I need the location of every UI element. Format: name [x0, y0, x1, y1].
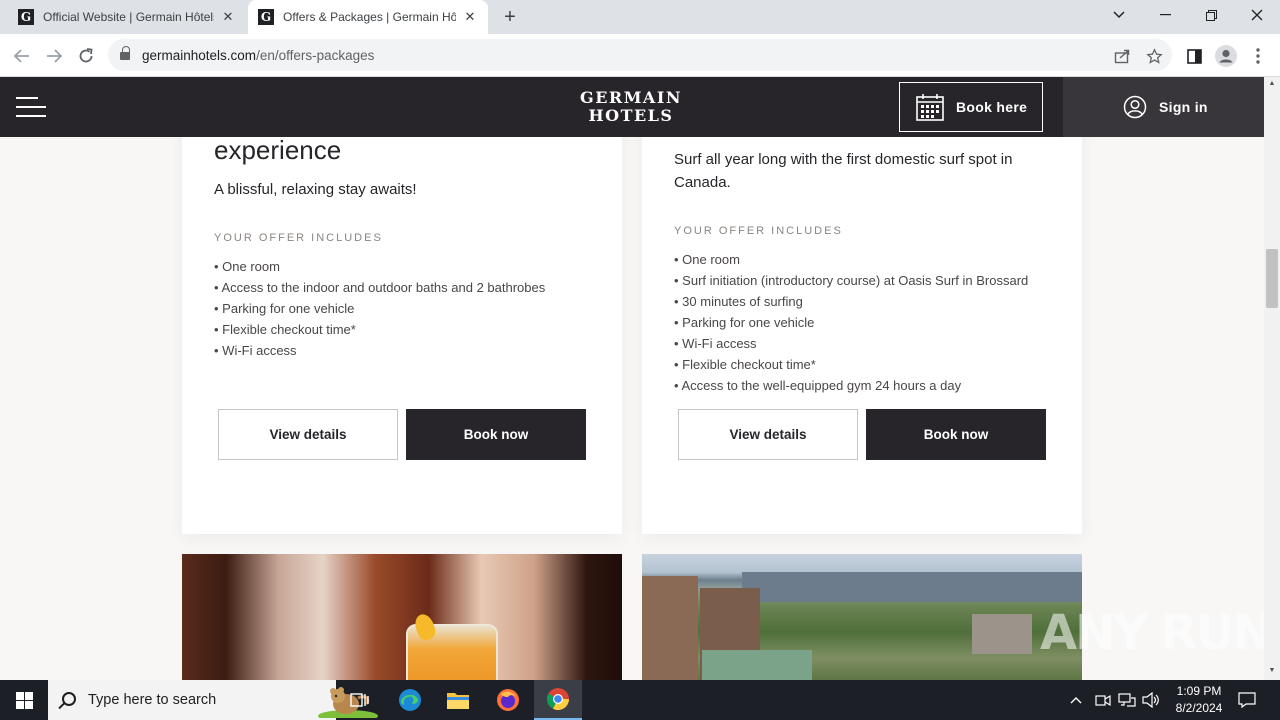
offer-description: Surf all year long with the first domest…: [674, 151, 1013, 191]
sign-in-label: Sign in: [1159, 99, 1208, 115]
taskbar-search-box[interactable]: Type here to search: [48, 680, 378, 720]
tab-close-icon[interactable]: ✕: [220, 9, 236, 25]
building: [642, 576, 698, 680]
windows-taskbar: Type here to search 1:09 PM 8/2/2024: [0, 680, 1280, 720]
scroll-up-arrow-icon[interactable]: ▲: [1264, 77, 1280, 91]
side-panel-icon[interactable]: [1182, 44, 1206, 68]
clock-time: 1:09 PM: [1176, 684, 1222, 698]
river: [742, 572, 1082, 602]
bookmark-star-icon[interactable]: [1142, 44, 1166, 68]
scrollbar-thumb[interactable]: [1266, 249, 1278, 308]
file-explorer-icon[interactable]: [434, 680, 482, 720]
list-item: Parking for one vehicle: [214, 298, 545, 319]
volume-icon[interactable]: [1142, 680, 1160, 720]
url-path: /en/offers-packages: [256, 47, 375, 63]
offer-description: A blissful, relaxing stay awaits!: [214, 181, 417, 198]
kebab-menu-icon[interactable]: [1246, 44, 1270, 68]
lock-icon[interactable]: [120, 45, 130, 61]
offer-photo-cocktail[interactable]: [182, 554, 622, 680]
germain-favicon-icon: G: [258, 9, 274, 25]
scroll-down-arrow-icon[interactable]: ▼: [1264, 664, 1280, 678]
tab-search-chevron-icon[interactable]: [1096, 0, 1142, 30]
windows-start-icon[interactable]: [0, 680, 48, 720]
browser-tab-offers-packages[interactable]: G Offers & Packages | Germain Hôtels ✕: [248, 0, 488, 34]
list-item: Flexible checkout time*: [674, 354, 1028, 375]
list-item: Wi-Fi access: [214, 340, 545, 361]
offers-page: experience A blissful, relaxing stay awa…: [0, 137, 1264, 680]
browser-tabstrip: G Official Website | Germain Hôtels ✕ G …: [0, 0, 1280, 34]
site-header: GERMAIN HOTELS Book here Sign in: [0, 77, 1264, 137]
page-scrollbar[interactable]: [1264, 77, 1280, 680]
book-now-button[interactable]: Book now: [866, 409, 1046, 460]
offer-includes-heading: YOUR OFFER INCLUDES: [214, 232, 383, 244]
network-icon[interactable]: [1118, 680, 1136, 720]
germain-favicon-icon: G: [18, 9, 34, 25]
profile-avatar-icon[interactable]: [1214, 44, 1238, 68]
url-host: germainhotels.com: [142, 47, 257, 63]
list-item: Wi-Fi access: [674, 333, 1028, 354]
building: [972, 614, 1032, 654]
green-roof: [702, 650, 812, 680]
minimize-button[interactable]: [1142, 0, 1188, 30]
hamburger-menu-icon[interactable]: [16, 97, 46, 117]
user-circle-icon: [1123, 95, 1147, 119]
reload-icon[interactable]: [72, 42, 100, 70]
view-details-button[interactable]: View details: [218, 409, 398, 460]
firefox-icon[interactable]: [484, 680, 532, 720]
view-details-button[interactable]: View details: [678, 409, 858, 460]
back-arrow-icon[interactable]: [8, 42, 36, 70]
chrome-icon[interactable]: [534, 680, 582, 720]
edge-browser-icon[interactable]: [386, 680, 434, 720]
tab-title: Official Website | Germain Hôtels: [43, 10, 214, 24]
restore-button[interactable]: [1188, 0, 1234, 30]
book-here-label: Book here: [956, 99, 1028, 115]
tab-close-icon[interactable]: ✕: [462, 9, 478, 25]
calendar-icon: [916, 93, 944, 121]
list-item: Access to the well-equipped gym 24 hours…: [674, 375, 1028, 396]
notifications-icon[interactable]: [1238, 680, 1256, 720]
forward-arrow-icon[interactable]: [40, 42, 68, 70]
search-icon: [62, 692, 76, 706]
book-here-button[interactable]: Book here: [899, 82, 1043, 132]
offer-includes-list: One room Access to the indoor and outdoo…: [214, 256, 545, 361]
book-now-button[interactable]: Book now: [406, 409, 586, 460]
browser-toolbar: germainhotels.com/en/offers-packages: [0, 34, 1280, 77]
offer-card-relaxation: experience A blissful, relaxing stay awa…: [182, 137, 622, 534]
clock-date: 8/2/2024: [1175, 701, 1223, 715]
task-view-icon[interactable]: [336, 680, 384, 720]
browser-tab-official-website[interactable]: G Official Website | Germain Hôtels ✕: [8, 0, 246, 34]
show-hidden-icons-chevron-icon[interactable]: [1070, 680, 1082, 720]
taskbar-clock[interactable]: 1:09 PM 8/2/2024: [1160, 683, 1238, 717]
list-item: Surf initiation (introductory course) at…: [674, 270, 1028, 291]
list-item: One room: [214, 256, 545, 277]
tab-title: Offers & Packages | Germain Hôtels: [283, 10, 456, 24]
list-item: One room: [674, 249, 1028, 270]
logo-line-1: GERMAIN: [580, 88, 682, 107]
meet-now-icon[interactable]: [1095, 680, 1111, 720]
list-item: 30 minutes of surfing: [674, 291, 1028, 312]
search-placeholder: Type here to search: [88, 692, 217, 708]
germain-hotels-logo[interactable]: GERMAIN HOTELS: [560, 89, 702, 125]
list-item: Parking for one vehicle: [674, 312, 1028, 333]
offer-includes-heading: YOUR OFFER INCLUDES: [674, 225, 843, 237]
list-item: Access to the indoor and outdoor baths a…: [214, 277, 545, 298]
sign-in-button[interactable]: Sign in: [1063, 77, 1264, 137]
anyrun-watermark: ANY RUN: [1040, 605, 1273, 661]
offer-title: experience: [214, 137, 342, 165]
share-icon[interactable]: [1110, 44, 1134, 68]
close-window-button[interactable]: [1234, 0, 1280, 30]
list-item: Flexible checkout time*: [214, 319, 545, 340]
offer-photo-city-view[interactable]: [642, 554, 1082, 680]
offer-card-surf: Surf all year long with the first domest…: [642, 137, 1082, 534]
new-tab-button[interactable]: +: [498, 5, 522, 29]
offer-includes-list: One room Surf initiation (introductory c…: [674, 249, 1028, 396]
logo-line-2: HOTELS: [588, 106, 674, 125]
address-bar[interactable]: germainhotels.com/en/offers-packages: [108, 39, 1172, 71]
